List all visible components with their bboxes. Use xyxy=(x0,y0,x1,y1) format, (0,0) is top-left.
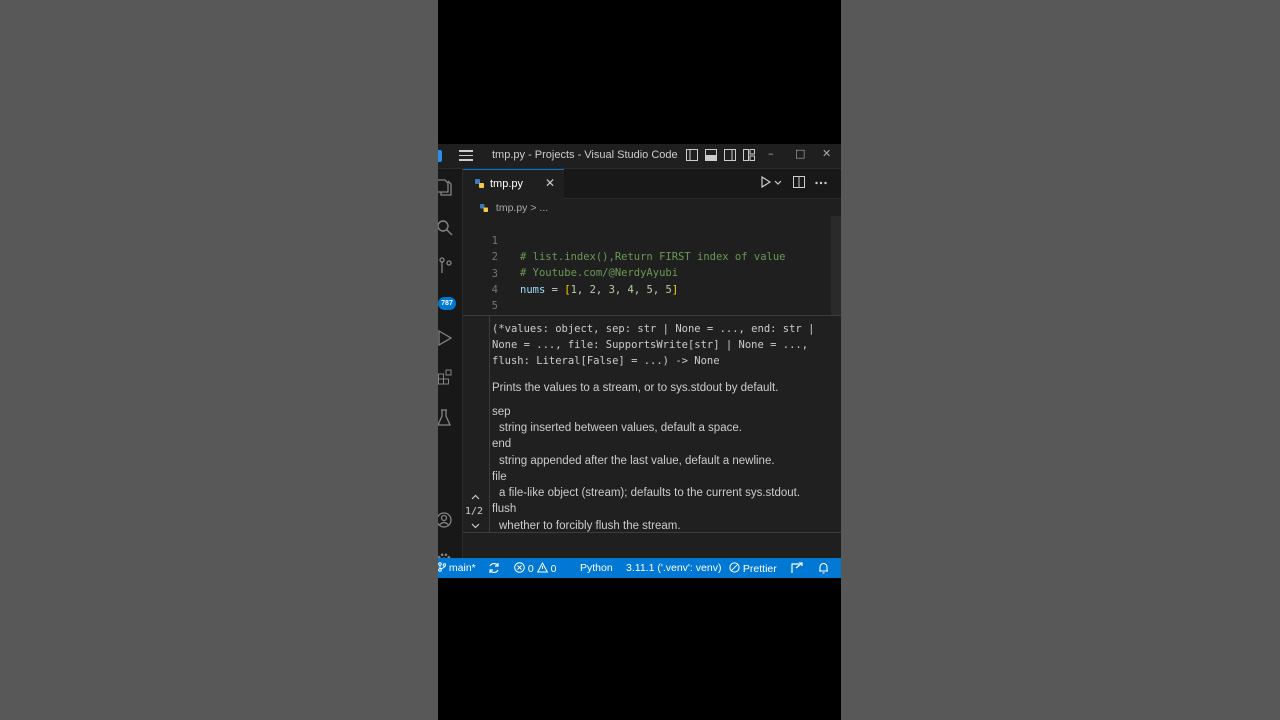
status-bar: main* 0 0 Python 3.11.1 ('.venv': venv) … xyxy=(438,558,841,578)
close-tab-icon[interactable]: ✕ xyxy=(545,176,555,190)
overload-navigator: 1/2 xyxy=(463,316,490,532)
param-desc: whether to forcibly flush the stream. xyxy=(499,520,681,532)
prettier-indicator[interactable]: Prettier xyxy=(729,562,777,575)
notifications-bell-icon[interactable] xyxy=(818,562,829,574)
toggle-panel-icon[interactable] xyxy=(705,149,717,161)
error-count: 0 xyxy=(527,563,534,575)
tab-label: tmp.py xyxy=(490,178,524,190)
editor-tab-bar: tmp.py ✕ xyxy=(463,169,841,199)
signature-line: flush: Literal[False] = ...) -> None xyxy=(492,355,720,367)
extensions-icon[interactable] xyxy=(438,368,454,386)
editor-scrollbar[interactable] xyxy=(831,216,841,316)
code-line: 4 xyxy=(463,266,833,296)
source-control-badge: 787 xyxy=(438,297,456,310)
title-bar: tmp.py - Projects - Visual Studio Code –… xyxy=(438,144,841,169)
run-python-file-icon[interactable] xyxy=(760,176,772,188)
function-signature: (*values: object, sep: str | None = ...,… xyxy=(492,321,837,369)
language-mode[interactable]: Python xyxy=(580,562,613,574)
python-file-icon xyxy=(475,179,484,188)
chevron-up-icon[interactable] xyxy=(471,494,480,500)
activity-bar: 787 xyxy=(438,169,463,567)
testing-icon[interactable] xyxy=(438,409,454,427)
python-interpreter[interactable]: 3.11.1 ('.venv': venv) xyxy=(626,562,721,574)
code-line-current: 6 print(nums.index()) xyxy=(463,299,833,346)
window-title: tmp.py - Projects - Visual Studio Code xyxy=(492,149,678,161)
search-icon[interactable] xyxy=(438,218,454,236)
doc-description: Prints the values to a stream, or to sys… xyxy=(492,382,779,394)
warning-icon xyxy=(536,561,548,573)
prettier-disabled-icon xyxy=(729,562,740,573)
code-line: 5 print(nums.index(2)) xyxy=(463,282,833,328)
problems-indicator[interactable]: 0 0 xyxy=(514,561,557,575)
more-actions-icon[interactable] xyxy=(815,181,827,185)
branch-name: main* xyxy=(448,562,476,574)
parameter-hints-widget: 1/2 (*values: object, sep: str | None = … xyxy=(463,315,841,533)
maximize-button[interactable]: □ xyxy=(795,147,805,160)
source-control-icon[interactable] xyxy=(438,257,454,275)
param-name: end xyxy=(492,438,512,450)
vscode-logo-icon xyxy=(438,150,442,162)
branch-indicator[interactable]: main* xyxy=(438,562,476,574)
live-share-icon[interactable] xyxy=(791,562,803,574)
minimize-button[interactable]: – xyxy=(768,147,774,160)
param-name: flush xyxy=(492,503,517,515)
explorer-icon[interactable] xyxy=(438,178,454,196)
split-editor-icon[interactable] xyxy=(793,176,805,188)
close-window-button[interactable]: ✕ xyxy=(822,147,831,160)
sync-icon[interactable] xyxy=(488,562,500,574)
signature-line: None = ..., file: SupportsWrite[str] | N… xyxy=(492,339,809,351)
param-desc: string inserted between values, default … xyxy=(499,422,742,434)
param-name: sep xyxy=(492,406,511,418)
run-debug-icon[interactable] xyxy=(438,329,454,347)
formatter-name: Prettier xyxy=(742,563,777,575)
code-line: 1 # list.index(),Return FIRST index of v… xyxy=(463,217,833,263)
breadcrumb-file[interactable]: tmp.py xyxy=(496,202,528,214)
menu-icon[interactable] xyxy=(459,150,473,161)
toggle-secondary-sidebar-icon[interactable] xyxy=(724,149,736,161)
code-editor[interactable]: 1 # list.index(),Return FIRST index of v… xyxy=(463,216,841,346)
video-right-backdrop xyxy=(841,0,1280,720)
customize-layout-icon[interactable] xyxy=(743,149,755,161)
python-file-icon xyxy=(480,204,488,212)
signature-line: (*values: object, sep: str | None = ...,… xyxy=(492,323,815,335)
overload-count: 1/2 xyxy=(465,506,484,517)
param-desc: a file-like object (stream); defaults to… xyxy=(499,487,801,499)
git-branch-icon xyxy=(438,562,447,572)
chevron-down-icon[interactable] xyxy=(774,180,782,186)
breadcrumb-separator: > xyxy=(530,202,537,214)
param-desc: string appended after the last value, de… xyxy=(499,455,775,467)
code-line: 2 # Youtube.com/@NerdyAyubi xyxy=(463,233,833,279)
accounts-icon[interactable] xyxy=(438,511,454,529)
video-frame: tmp.py - Projects - Visual Studio Code –… xyxy=(438,0,841,720)
tab-tmp-py[interactable]: tmp.py ✕ xyxy=(463,169,564,199)
video-left-backdrop xyxy=(0,0,438,720)
param-name: file xyxy=(492,471,507,483)
toggle-primary-sidebar-icon[interactable] xyxy=(686,149,698,161)
breadcrumb[interactable]: tmp.py > ... xyxy=(480,202,548,214)
chevron-down-icon[interactable] xyxy=(471,523,480,529)
vscode-window: tmp.py - Projects - Visual Studio Code –… xyxy=(438,144,841,578)
error-icon xyxy=(514,562,525,573)
warning-count: 0 xyxy=(550,563,557,575)
breadcrumb-symbol[interactable]: ... xyxy=(539,202,548,214)
code-line: 3 nums = [1, 2, 3, 4, 5, 5] xyxy=(463,250,833,296)
